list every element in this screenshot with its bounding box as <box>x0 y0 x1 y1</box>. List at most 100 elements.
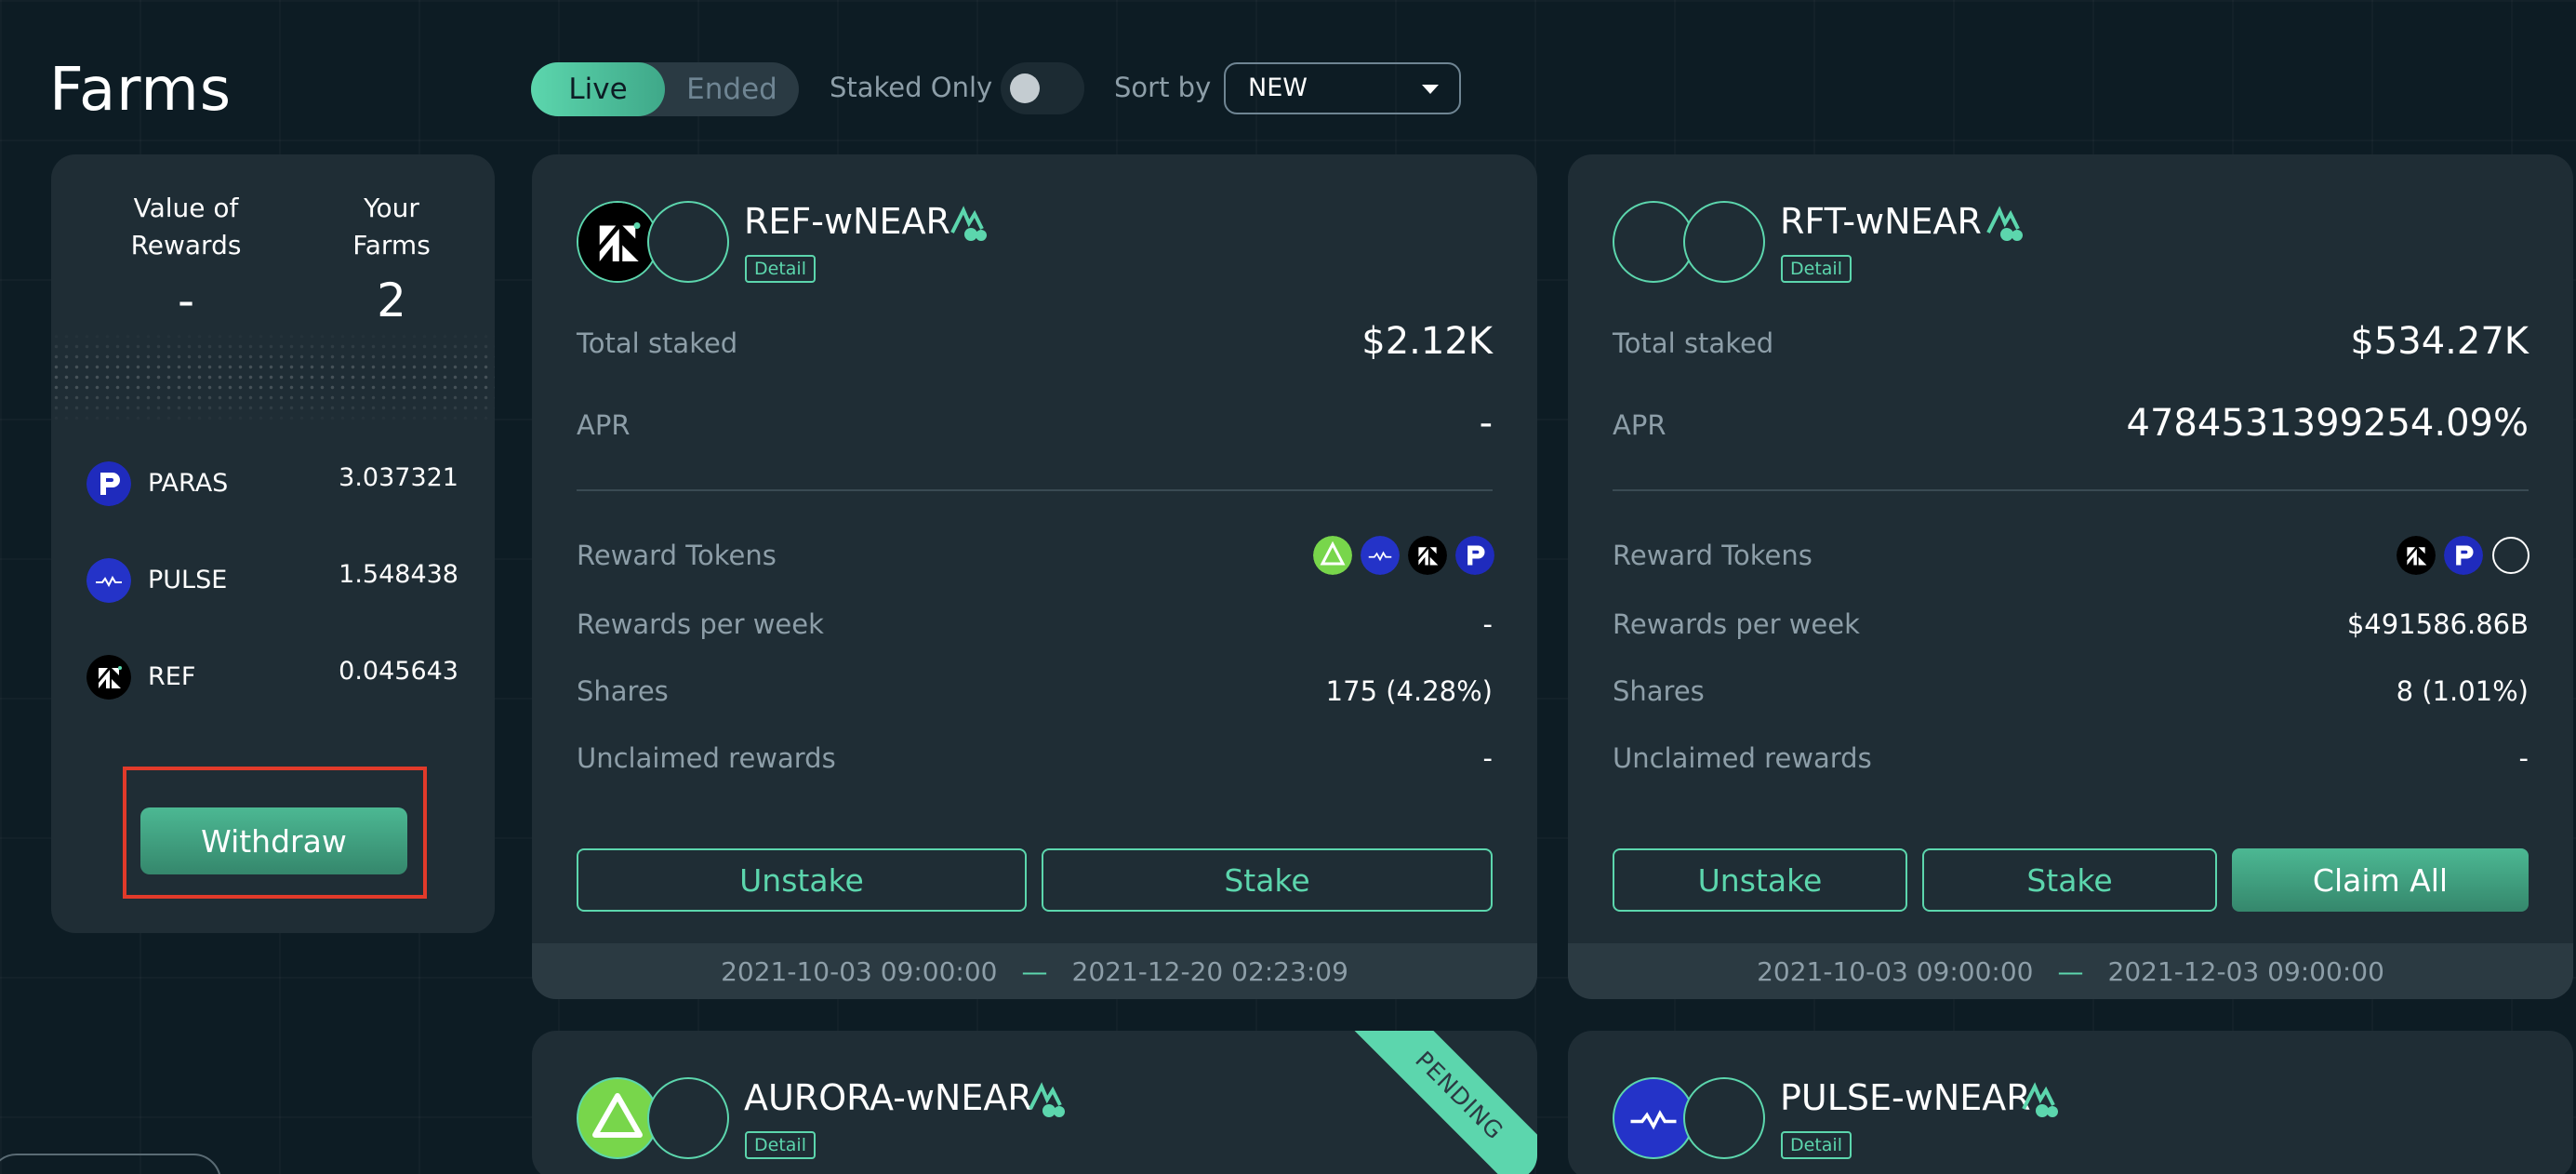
your-farms-label: Your Farms <box>352 193 431 260</box>
apr-value: 4784531399254.09% <box>2126 402 2529 445</box>
total-staked-label: Total staked <box>577 327 738 359</box>
tab-live[interactable]: Live <box>531 62 665 116</box>
value-of-rewards: - <box>177 273 195 327</box>
detail-link[interactable]: Detail <box>1781 255 1852 283</box>
rft-icon <box>1613 201 1694 283</box>
pending-ribbon: PENDING <box>1347 1031 1537 1174</box>
unclaimed-rewards-value: - <box>1482 742 1493 774</box>
ref-icon <box>577 201 658 283</box>
reward-tokens-list <box>1313 536 1494 577</box>
withdraw-button[interactable]: Withdraw <box>140 807 407 874</box>
pulse-icon <box>1613 1077 1694 1159</box>
reward-row-ref: REF 0.045643 <box>86 651 458 703</box>
unstake-button[interactable]: Unstake <box>577 848 1027 912</box>
value-of-rewards-label: Value of Rewards <box>130 193 242 260</box>
total-staked-value: $534.27K <box>2350 320 2529 363</box>
toggle-knob <box>1010 73 1040 103</box>
farm-card-aurora-wnear: AURORA-wNEAR Detail PENDING <box>532 1031 1537 1174</box>
your-farms-count: 2 <box>377 273 406 327</box>
unclaimed-rewards-value: - <box>2518 742 2529 774</box>
pair-logos <box>1613 201 1771 285</box>
bottom-left-pill-button[interactable] <box>0 1154 221 1174</box>
paras-icon <box>2444 536 2483 575</box>
staked-only-toggle[interactable] <box>1001 62 1084 114</box>
token-amount: 0.045643 <box>339 657 458 686</box>
live-ended-switch: Live Ended <box>531 62 799 116</box>
rewards-panel: Value of Rewards Your Farms - 2 PARAS 3.… <box>51 154 495 933</box>
tab-ended[interactable]: Ended <box>665 62 799 116</box>
pair-logos <box>1613 1077 1771 1161</box>
unknown-token-icon <box>2491 536 2530 575</box>
divider <box>577 489 1493 491</box>
detail-link[interactable]: Detail <box>1781 1131 1852 1159</box>
reward-row-paras: PARAS 3.037321 <box>86 458 458 510</box>
sort-value: NEW <box>1248 73 1308 102</box>
pulse-icon <box>1361 536 1400 575</box>
ref-icon <box>2397 536 2436 575</box>
paras-icon <box>1455 536 1494 575</box>
page-title: Farms <box>49 56 232 125</box>
divider <box>1613 489 2529 491</box>
start-time: 2021-10-03 09:00:00 <box>1757 955 2034 987</box>
reward-tokens-label: Reward Tokens <box>577 540 777 571</box>
ref-icon <box>1408 536 1447 575</box>
farm-card-ref-wnear: REF-wNEAR Detail Total staked $2.12K APR… <box>532 154 1537 999</box>
apr-label: APR <box>577 409 631 441</box>
total-staked-label: Total staked <box>1613 327 1774 359</box>
apr-value: - <box>1479 402 1493 445</box>
unclaimed-rewards-label: Unclaimed rewards <box>577 742 836 774</box>
pair-logos <box>577 201 735 285</box>
aurora-icon <box>577 1077 658 1159</box>
shares-value: 175 (4.28%) <box>1325 675 1493 707</box>
sort-select[interactable]: NEW <box>1224 62 1461 114</box>
reward-tokens-list <box>2397 536 2530 577</box>
apr-label: APR <box>1613 409 1666 441</box>
unstake-button[interactable]: Unstake <box>1613 848 1907 912</box>
boost-icon <box>2022 1082 2058 1117</box>
reward-row-pulse: PULSE 1.548438 <box>86 554 458 607</box>
boost-icon <box>1986 206 2023 241</box>
farm-card-pulse-wnear: PULSE-wNEAR Detail <box>1568 1031 2573 1174</box>
date-separator: — <box>2057 955 2084 987</box>
end-time: 2021-12-20 02:23:09 <box>1071 955 1348 987</box>
wnear-icon <box>647 201 729 283</box>
pair-name: PULSE-wNEAR <box>1780 1077 2031 1118</box>
rewards-per-week-value: $491586.86B <box>2346 608 2529 640</box>
unclaimed-rewards-label: Unclaimed rewards <box>1613 742 1872 774</box>
wnear-icon <box>1683 201 1765 283</box>
pair-name: RFT-wNEAR <box>1780 201 1982 242</box>
boost-icon <box>950 206 987 241</box>
shares-label: Shares <box>577 675 669 707</box>
total-staked-value: $2.12K <box>1361 320 1493 363</box>
start-time: 2021-10-03 09:00:00 <box>721 955 998 987</box>
pair-name: REF-wNEAR <box>744 201 950 242</box>
reward-tokens-label: Reward Tokens <box>1613 540 1812 571</box>
caret-down-icon <box>1422 85 1439 94</box>
detail-link[interactable]: Detail <box>745 255 816 283</box>
farm-card-rft-wnear: RFT-wNEAR Detail Total staked $534.27K A… <box>1568 154 2573 999</box>
token-name: REF <box>148 662 196 691</box>
detail-link[interactable]: Detail <box>745 1131 816 1159</box>
claim-all-button[interactable]: Claim All <box>2232 848 2529 912</box>
pair-name: AURORA-wNEAR <box>744 1077 1032 1118</box>
stake-button[interactable]: Stake <box>1042 848 1493 912</box>
ref-icon <box>86 655 131 700</box>
aurora-icon <box>1313 536 1352 575</box>
paras-icon <box>86 461 131 506</box>
pulse-icon <box>86 558 131 603</box>
farm-period: 2021-10-03 09:00:00 — 2021-12-03 09:00:0… <box>1568 943 2573 999</box>
stake-button[interactable]: Stake <box>1922 848 2217 912</box>
token-name: PARAS <box>148 469 229 498</box>
rewards-per-week-label: Rewards per week <box>577 608 824 640</box>
token-amount: 1.548438 <box>339 560 458 589</box>
wnear-icon <box>1683 1077 1765 1159</box>
wnear-icon <box>647 1077 729 1159</box>
sort-by-label: Sort by <box>1114 72 1212 103</box>
shares-label: Shares <box>1613 675 1705 707</box>
pair-logos <box>577 1077 735 1161</box>
boost-icon <box>1029 1082 1065 1117</box>
token-amount: 3.037321 <box>339 463 458 492</box>
farm-period: 2021-10-03 09:00:00 — 2021-12-20 02:23:0… <box>532 943 1537 999</box>
rewards-per-week-label: Rewards per week <box>1613 608 1860 640</box>
rewards-per-week-value: - <box>1482 608 1493 640</box>
